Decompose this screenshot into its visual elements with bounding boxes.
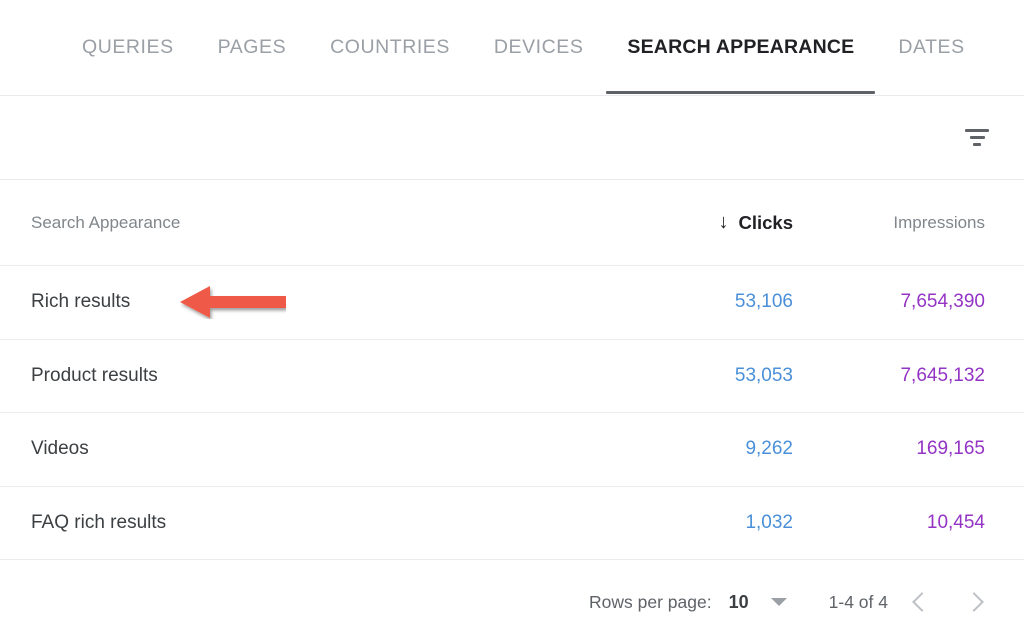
chevron-right-icon [964, 592, 984, 612]
filter-icon-bar-3 [973, 143, 981, 146]
filter-icon-bar-1 [965, 129, 989, 132]
next-page-button[interactable] [952, 578, 1000, 626]
chevron-down-icon[interactable] [771, 598, 787, 606]
column-header-search-appearance-label: Search Appearance [31, 213, 180, 232]
column-header-impressions-label: Impressions [893, 213, 985, 232]
search-performance-panel: QUERIES PAGES COUNTRIES DEVICES SEARCH A… [0, 0, 1024, 644]
rows-per-page-select[interactable]: 10 [729, 592, 749, 613]
tab-search-appearance-label: SEARCH APPEARANCE [627, 36, 854, 59]
table-header-row: Search Appearance ↓ Clicks Impressions [0, 180, 1024, 266]
column-header-search-appearance: Search Appearance [0, 213, 594, 233]
table-toolbar [0, 96, 1024, 180]
row-label: Rich results [31, 291, 130, 312]
chevron-left-icon [912, 592, 932, 612]
filter-icon[interactable] [956, 117, 998, 159]
row-label-cell: Videos [0, 438, 594, 460]
row-label-cell: FAQ rich results [0, 512, 594, 534]
tab-pages-label: PAGES [218, 36, 287, 59]
filter-icon-bar-2 [970, 136, 985, 139]
row-impressions-cell: 7,645,132 [794, 365, 1024, 387]
row-label: Product results [31, 365, 158, 386]
tab-pages[interactable]: PAGES [196, 0, 309, 96]
row-impressions-value: 7,654,390 [900, 291, 985, 312]
tab-queries[interactable]: QUERIES [82, 0, 196, 96]
active-tab-indicator [606, 91, 875, 94]
tab-countries-label: COUNTRIES [330, 36, 450, 59]
sort-descending-icon: ↓ [718, 212, 728, 232]
row-clicks-value: 1,032 [745, 512, 793, 533]
row-clicks-cell: 1,032 [594, 512, 794, 534]
row-label-cell: Rich results [0, 291, 594, 313]
tab-dates[interactable]: DATES [876, 0, 986, 96]
column-header-clicks-label: Clicks [738, 212, 793, 234]
row-impressions-cell: 10,454 [794, 512, 1024, 534]
tab-devices[interactable]: DEVICES [472, 0, 605, 96]
rows-per-page-label: Rows per page: [589, 592, 712, 613]
row-clicks-cell: 53,053 [594, 365, 794, 387]
row-impressions-cell: 7,654,390 [794, 291, 1024, 313]
tab-queries-label: QUERIES [82, 36, 174, 59]
tab-dates-label: DATES [898, 36, 964, 59]
row-label: Videos [31, 438, 89, 459]
row-clicks-cell: 9,262 [594, 438, 794, 460]
previous-page-button[interactable] [896, 578, 944, 626]
row-clicks-value: 9,262 [745, 438, 793, 459]
annotation-arrow-icon [178, 285, 286, 319]
row-label: FAQ rich results [31, 512, 166, 533]
search-appearance-table: Search Appearance ↓ Clicks Impressions R… [0, 180, 1024, 560]
column-header-impressions[interactable]: Impressions [794, 213, 1024, 233]
row-clicks-value: 53,053 [735, 365, 793, 386]
tab-countries[interactable]: COUNTRIES [308, 0, 472, 96]
column-header-clicks[interactable]: ↓ Clicks [594, 212, 794, 234]
row-impressions-cell: 169,165 [794, 438, 1024, 460]
table-row[interactable]: Rich results 53,106 7,654,390 [0, 266, 1024, 340]
row-impressions-value: 169,165 [916, 438, 985, 459]
tab-search-appearance[interactable]: SEARCH APPEARANCE [605, 0, 876, 96]
table-row[interactable]: FAQ rich results 1,032 10,454 [0, 487, 1024, 561]
dimension-tab-bar: QUERIES PAGES COUNTRIES DEVICES SEARCH A… [0, 0, 1024, 96]
tab-devices-label: DEVICES [494, 36, 583, 59]
table-row[interactable]: Videos 9,262 169,165 [0, 413, 1024, 487]
pagination-range-label: 1-4 of 4 [829, 592, 888, 613]
row-impressions-value: 7,645,132 [900, 365, 985, 386]
row-clicks-value: 53,106 [735, 291, 793, 312]
row-clicks-cell: 53,106 [594, 291, 794, 313]
row-label-cell: Product results [0, 365, 594, 387]
row-impressions-value: 10,454 [927, 512, 985, 533]
table-row[interactable]: Product results 53,053 7,645,132 [0, 340, 1024, 414]
table-pagination: Rows per page: 10 1-4 of 4 [0, 560, 1024, 644]
